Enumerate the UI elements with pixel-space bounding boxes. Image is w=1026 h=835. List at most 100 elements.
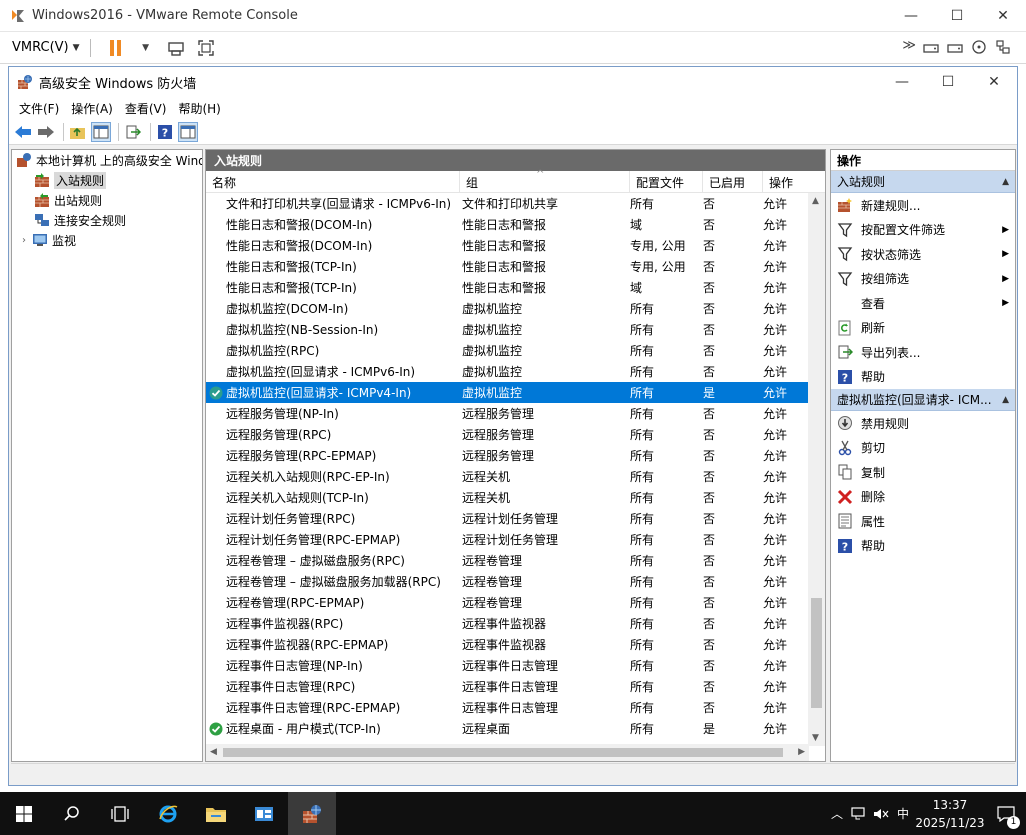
double-chevron-icon[interactable]: ≫ xyxy=(902,38,916,56)
table-row[interactable]: 远程卷管理(RPC-EPMAP) 远程卷管理 所有 否 允许 xyxy=(206,592,809,613)
table-row[interactable]: 远程计划任务管理(RPC-EPMAP) 远程计划任务管理 所有 否 允许 xyxy=(206,529,809,550)
taskbar-ie[interactable] xyxy=(144,792,192,835)
help-button[interactable]: ? xyxy=(155,122,175,142)
pause-button[interactable] xyxy=(105,37,127,59)
column-enabled[interactable]: 已启用 xyxy=(703,171,763,193)
export-list-button[interactable] xyxy=(123,122,143,142)
table-row[interactable]: 虚拟机监控(回显请求- ICMPv4-In) 虚拟机监控 所有 是 允许 xyxy=(206,382,809,403)
menu-help[interactable]: 帮助(H) xyxy=(172,100,226,117)
action-item[interactable]: 按配置文件筛选 ▶ xyxy=(831,218,1015,243)
table-row[interactable]: 性能日志和警报(TCP-In) 性能日志和警报 域 否 允许 xyxy=(206,277,809,298)
action-item[interactable]: 查看 ▶ xyxy=(831,291,1015,316)
table-row[interactable]: 远程事件日志管理(NP-In) 远程事件日志管理 所有 否 允许 xyxy=(206,655,809,676)
start-button[interactable] xyxy=(0,792,48,835)
up-folder-button[interactable] xyxy=(68,122,88,142)
action-item[interactable]: 禁用规则 xyxy=(831,411,1015,436)
scroll-down-icon[interactable]: ▼ xyxy=(812,733,819,743)
table-row[interactable]: 性能日志和警报(DCOM-In) 性能日志和警报 专用, 公用 否 允许 xyxy=(206,235,809,256)
forward-button[interactable] xyxy=(36,122,56,142)
action-item[interactable]: ? 帮助 xyxy=(831,534,1015,559)
column-action[interactable]: 操作 xyxy=(763,171,809,193)
column-group[interactable]: 组 xyxy=(460,171,630,193)
table-row[interactable]: 性能日志和警报(TCP-In) 性能日志和警报 专用, 公用 否 允许 xyxy=(206,256,809,277)
power-menu-arrow[interactable]: ▼ xyxy=(135,37,157,59)
action-item[interactable]: 属性 xyxy=(831,509,1015,534)
tree-item-outbound-rules[interactable]: 出站规则 xyxy=(12,190,202,210)
action-item[interactable]: 刷新 xyxy=(831,316,1015,341)
action-item[interactable]: ? 帮助 xyxy=(831,365,1015,390)
table-row[interactable]: 远程事件日志管理(RPC-EPMAP) 远程事件日志管理 所有 否 允许 xyxy=(206,697,809,718)
vmrc-maximize-button[interactable]: ☐ xyxy=(934,0,980,31)
action-center-button[interactable]: 1 xyxy=(986,792,1026,835)
action-item[interactable]: 按状态筛选 ▶ xyxy=(831,242,1015,267)
tree-item-monitoring[interactable]: › 监视 xyxy=(12,230,202,250)
menu-view[interactable]: 查看(V) xyxy=(119,100,173,117)
search-button[interactable] xyxy=(48,792,96,835)
network-icon[interactable] xyxy=(994,38,1012,56)
tray-volume[interactable] xyxy=(870,792,892,835)
back-button[interactable] xyxy=(13,122,33,142)
drive-icon[interactable] xyxy=(922,38,940,56)
tree-item-connection-security-rules[interactable]: 连接安全规则 xyxy=(12,210,202,230)
actions-section-selected-rule[interactable]: 虚拟机监控(回显请求- ICM... ▲ xyxy=(831,389,1015,411)
mmc-maximize-button[interactable]: ☐ xyxy=(925,67,971,97)
column-profile[interactable]: 配置文件 xyxy=(630,171,703,193)
mmc-close-button[interactable]: ✕ xyxy=(971,67,1017,97)
scrollbar-thumb[interactable] xyxy=(223,748,783,757)
taskbar-server-manager[interactable] xyxy=(240,792,288,835)
drive-icon[interactable] xyxy=(946,38,964,56)
collapse-icon[interactable]: ▲ xyxy=(1002,395,1009,405)
table-row[interactable]: 远程事件监视器(RPC-EPMAP) 远程事件监视器 所有 否 允许 xyxy=(206,634,809,655)
table-row[interactable]: 远程服务管理(RPC-EPMAP) 远程服务管理 所有 否 允许 xyxy=(206,445,809,466)
vmrc-minimize-button[interactable]: — xyxy=(888,0,934,31)
table-row[interactable]: 虚拟机监控(DCOM-In) 虚拟机监控 所有 否 允许 xyxy=(206,298,809,319)
show-hide-action-pane-button[interactable] xyxy=(178,121,198,142)
action-item[interactable]: 导出列表... xyxy=(831,340,1015,365)
table-row[interactable]: 远程事件监视器(RPC) 远程事件监视器 所有 否 允许 xyxy=(206,613,809,634)
table-row[interactable]: 虚拟机监控(RPC) 虚拟机监控 所有 否 允许 xyxy=(206,340,809,361)
collapse-icon[interactable]: ▲ xyxy=(1002,177,1009,187)
mmc-minimize-button[interactable]: — xyxy=(879,67,925,97)
show-hidden-icons-button[interactable]: ︿ xyxy=(826,792,848,835)
ime-indicator[interactable]: 中 xyxy=(892,792,914,835)
table-row[interactable]: 远程计划任务管理(RPC) 远程计划任务管理 所有 否 允许 xyxy=(206,508,809,529)
clock[interactable]: 13:37 2025/11/23 xyxy=(914,796,986,832)
table-row[interactable]: 远程卷管理 – 虚拟磁盘服务加载器(RPC) 远程卷管理 所有 否 允许 xyxy=(206,571,809,592)
table-row[interactable]: 虚拟机监控(回显请求 - ICMPv6-In) 虚拟机监控 所有 否 允许 xyxy=(206,361,809,382)
show-hide-console-tree-button[interactable] xyxy=(91,121,111,142)
action-item[interactable]: 剪切 xyxy=(831,436,1015,461)
table-row[interactable]: 远程关机入站规则(TCP-In) 远程关机 所有 否 允许 xyxy=(206,487,809,508)
table-row[interactable]: 性能日志和警报(DCOM-In) 性能日志和警报 域 否 允许 xyxy=(206,214,809,235)
task-view-button[interactable] xyxy=(96,792,144,835)
table-row[interactable]: 远程关机入站规则(RPC-EP-In) 远程关机 所有 否 允许 xyxy=(206,466,809,487)
tree-item-inbound-rules[interactable]: 入站规则 xyxy=(12,170,202,190)
tray-network[interactable] xyxy=(848,792,870,835)
send-ctrl-alt-del-button[interactable] xyxy=(165,37,187,59)
table-row[interactable]: 远程桌面 - 用户模式(TCP-In) 远程桌面 所有 是 允许 xyxy=(206,718,809,739)
taskbar-firewall[interactable] xyxy=(288,792,336,835)
horizontal-scrollbar[interactable]: ◀ ▶ xyxy=(206,744,809,761)
table-row[interactable]: 远程卷管理 – 虚拟磁盘服务(RPC) 远程卷管理 所有 否 允许 xyxy=(206,550,809,571)
menu-action[interactable]: 操作(A) xyxy=(65,100,119,117)
fullscreen-button[interactable] xyxy=(195,37,217,59)
scroll-up-icon[interactable]: ▲ xyxy=(812,196,819,206)
expand-chevron-icon[interactable]: › xyxy=(18,235,30,246)
table-row[interactable]: 虚拟机监控(NB-Session-In) 虚拟机监控 所有 否 允许 xyxy=(206,319,809,340)
scrollbar-thumb[interactable] xyxy=(811,598,822,708)
table-row[interactable]: 远程服务管理(RPC) 远程服务管理 所有 否 允许 xyxy=(206,424,809,445)
action-item[interactable]: 删除 xyxy=(831,485,1015,510)
table-row[interactable]: 文件和打印机共享(回显请求 - ICMPv6-In) 文件和打印机共享 所有 否 允许 xyxy=(206,193,809,214)
vertical-scrollbar[interactable]: ▲ ▼ xyxy=(808,193,825,746)
cd-icon[interactable] xyxy=(970,38,988,56)
table-row[interactable]: 远程事件日志管理(RPC) 远程事件日志管理 所有 否 允许 xyxy=(206,676,809,697)
action-item[interactable]: 按组筛选 ▶ xyxy=(831,267,1015,292)
taskbar-file-explorer[interactable] xyxy=(192,792,240,835)
vmrc-menu-button[interactable]: VMRC(V) ▼ xyxy=(12,40,80,55)
column-name[interactable]: 名称 xyxy=(206,171,460,193)
menu-file[interactable]: 文件(F) xyxy=(13,100,65,117)
actions-section-inbound[interactable]: 入站规则 ▲ xyxy=(831,171,1015,193)
scroll-left-icon[interactable]: ◀ xyxy=(210,747,217,757)
action-item[interactable]: 新建规则... xyxy=(831,193,1015,218)
action-item[interactable]: 复制 xyxy=(831,460,1015,485)
table-row[interactable]: 远程服务管理(NP-In) 远程服务管理 所有 否 允许 xyxy=(206,403,809,424)
